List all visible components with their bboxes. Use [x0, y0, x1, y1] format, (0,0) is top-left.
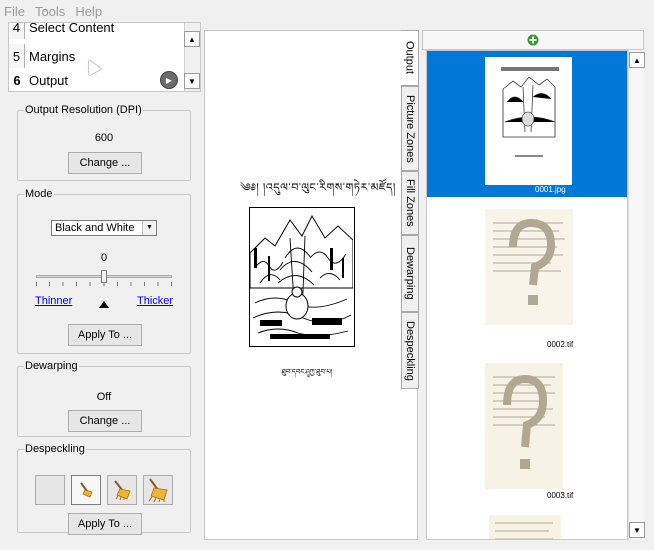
thumbnail-page-0001[interactable]: [485, 57, 572, 185]
output-resolution-group: Output Resolution (DPI) 600 Change ...: [17, 104, 191, 181]
broom-large-icon: [148, 478, 168, 502]
despeckle-normal-button[interactable]: [107, 475, 137, 505]
stage-select-content[interactable]: 4 Select Content: [9, 22, 184, 39]
triangle-up-icon: [99, 301, 109, 308]
page-title-text: ༄༅། །འདུལ་བ་ལུང་རིགས་གཏེར་མཛོད།: [240, 182, 396, 194]
broom-medium-icon: [114, 480, 131, 501]
tab-fill-zones[interactable]: Fill Zones: [401, 171, 419, 235]
dewarping-value: Off: [96, 391, 112, 403]
run-stage-button[interactable]: ▶: [160, 71, 178, 89]
menu-tools[interactable]: Tools: [35, 4, 65, 19]
tab-label: Fill Zones: [404, 179, 416, 227]
scroll-up-icon[interactable]: ▲: [629, 52, 645, 68]
thumbnail-label: 0001.jpg: [535, 185, 566, 194]
threshold-slider-thumb[interactable]: [101, 270, 107, 283]
despeckle-off-button[interactable]: [35, 475, 65, 505]
thumbnail-page-0002[interactable]: [485, 209, 573, 325]
scroll-down-icon[interactable]: ▼: [184, 73, 200, 89]
dewarping-group: Dewarping Off Change ...: [17, 360, 191, 437]
play-icon: ▶: [165, 75, 173, 85]
mode-select[interactable]: Black and White ▼: [51, 220, 157, 236]
threshold-value: 0: [100, 252, 108, 264]
thinner-link[interactable]: Thinner: [35, 295, 72, 307]
tab-dewarping[interactable]: Dewarping: [401, 235, 419, 312]
despeckle-aggressive-button[interactable]: [143, 475, 173, 505]
despeckling-group: Despeckling Apply To ...: [17, 443, 191, 535]
tab-label: Dewarping: [404, 247, 416, 300]
tab-picture-zones[interactable]: Picture Zones: [401, 86, 419, 171]
tab-output[interactable]: Output: [401, 30, 419, 86]
stage-list[interactable]: 4 Select Content 5 Margins 6 Output ▶ ▲ …: [8, 22, 201, 92]
add-icon: [527, 34, 539, 46]
stage-number: 6: [9, 68, 25, 91]
change-dpi-button[interactable]: Change ...: [68, 152, 142, 174]
thumbnail-label: 0002.tif: [547, 340, 574, 349]
broom-small-icon: [80, 482, 93, 498]
options-panel: 4 Select Content 5 Margins 6 Output ▶ ▲ …: [8, 22, 201, 540]
group-title: Output Resolution (DPI): [25, 104, 142, 116]
stage-label: Margins: [29, 48, 76, 64]
thumbnail-scrollbar[interactable]: ▲ ▼: [628, 50, 645, 540]
change-dewarping-button[interactable]: Change ...: [68, 410, 142, 432]
despeckle-cautious-button[interactable]: [71, 475, 101, 505]
scroll-down-icon[interactable]: ▼: [629, 522, 645, 538]
stage-label: Select Content: [29, 22, 115, 35]
menu-bar: File Tools Help: [0, 0, 654, 22]
stage-number: 5: [9, 44, 25, 68]
thumbnail-page-0003[interactable]: [485, 363, 563, 489]
filter-tabs: Output Picture Zones Fill Zones Dewarpin…: [401, 30, 419, 550]
menu-help[interactable]: Help: [75, 4, 102, 19]
dpi-value: 600: [94, 132, 114, 144]
mode-select-value: Black and White: [55, 222, 135, 234]
group-title: Despeckling: [25, 443, 85, 455]
menu-file[interactable]: File: [4, 4, 25, 19]
tab-despeckling[interactable]: Despeckling: [401, 312, 419, 389]
thicker-link[interactable]: Thicker: [137, 295, 173, 307]
page-caption-text: ཐུབ་དབང་ཤཱཀྱ་ཐུབ་པ།: [281, 369, 333, 376]
stage-list-scrollbar[interactable]: ▲ ▼: [184, 23, 200, 91]
tab-label: Output: [403, 41, 416, 75]
chevron-down-icon: ▼: [142, 221, 156, 235]
tab-label: Despeckling: [404, 320, 416, 381]
scroll-up-icon[interactable]: ▲: [184, 31, 200, 47]
insert-page-button[interactable]: [422, 30, 644, 50]
thumbnail-page-next[interactable]: [489, 515, 561, 539]
group-title: Mode: [25, 188, 53, 200]
mode-apply-button[interactable]: Apply To ...: [68, 324, 142, 346]
thumbnail-label: 0003.tif: [547, 491, 574, 500]
despeckling-apply-button[interactable]: Apply To ...: [68, 513, 142, 535]
stage-number: 4: [9, 23, 25, 39]
tab-label: Picture Zones: [404, 94, 416, 163]
woodcut-illustration: [249, 207, 355, 347]
thumbnail-list[interactable]: 0001.jpg 0002.tif 0003.tif: [426, 50, 628, 540]
stage-output[interactable]: 6 Output: [9, 68, 184, 91]
group-title: Dewarping: [25, 360, 78, 372]
stage-label: Output: [29, 72, 69, 88]
mode-group: Mode Black and White ▼ 0 Thinner Thicker…: [17, 188, 191, 354]
